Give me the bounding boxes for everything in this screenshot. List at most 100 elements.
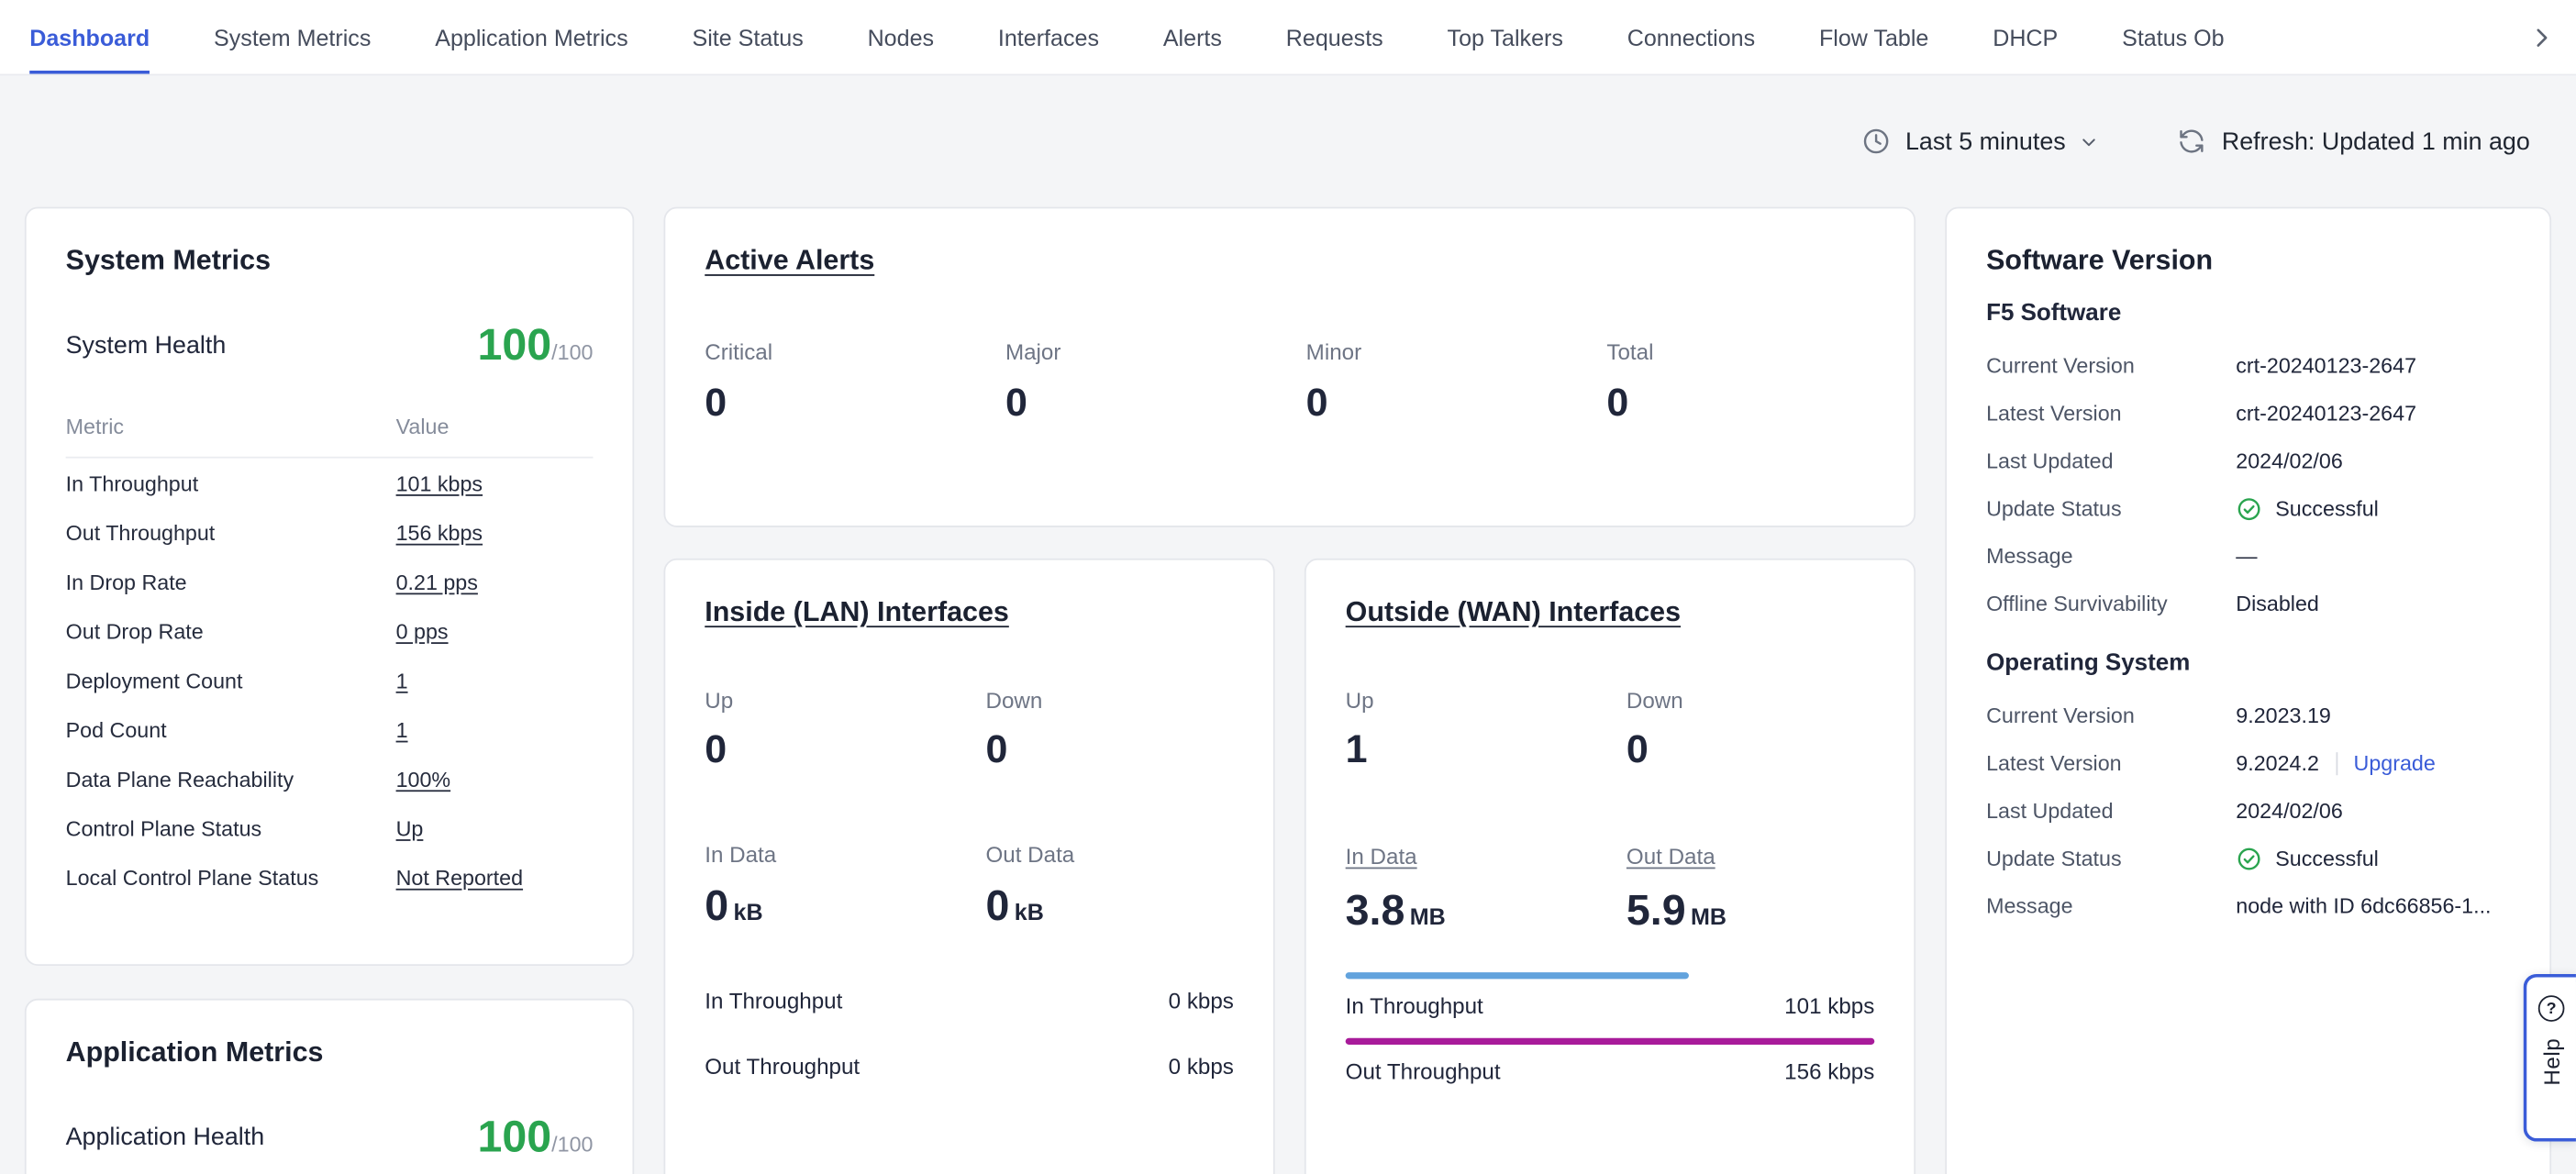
in-throughput-bar <box>1346 972 1690 979</box>
upgrade-link[interactable]: Upgrade <box>2354 750 2436 775</box>
tab-status-objects[interactable]: Status Ob <box>2122 0 2225 74</box>
out-throughput-row: Out Throughput 156 kbps <box>1346 1059 1875 1084</box>
in-throughput-value: 0 kbps <box>1169 989 1234 1013</box>
tab-connections[interactable]: Connections <box>1627 0 1755 74</box>
metric-name: In Throughput <box>66 471 396 495</box>
time-range-picker[interactable]: Last 5 minutes <box>1861 127 2099 156</box>
lan-title-link[interactable]: Inside (LAN) Interfaces <box>705 596 1234 629</box>
tab-application-metrics[interactable]: Application Metrics <box>435 0 627 74</box>
stat-value: 0 <box>1606 381 1874 426</box>
tab-interfaces[interactable]: Interfaces <box>998 0 1099 74</box>
in-throughput-value: 101 kbps <box>1784 993 1874 1018</box>
software-version-title: Software Version <box>1986 245 2510 278</box>
out-data-label: Out Data <box>985 843 1266 868</box>
sw-row: Last Updated2024/02/06 <box>1986 437 2510 484</box>
sw-label: Message <box>1986 544 2236 569</box>
sw-label: Latest Version <box>1986 750 2236 775</box>
alerts-stats: Critical 0 Major 0 Minor 0 Total 0 <box>705 340 1874 427</box>
tab-site-status[interactable]: Site Status <box>692 0 803 74</box>
stat-label: Minor <box>1306 340 1607 365</box>
out-data-value: 0kB <box>985 883 1266 926</box>
refresh-label: Refresh: Updated 1 min ago <box>2222 127 2530 155</box>
alert-stat-minor: Minor 0 <box>1306 340 1607 427</box>
tab-dhcp[interactable]: DHCP <box>1993 0 2058 74</box>
table-row: In Drop Rate0.21 pps <box>66 557 594 606</box>
in-data-link[interactable]: In Data <box>1346 844 1417 869</box>
update-status: Successful <box>2236 495 2379 522</box>
application-health-label: Application Health <box>66 1124 265 1159</box>
operating-system-heading: Operating System <box>1986 650 2510 677</box>
sw-label: Offline Survivability <box>1986 592 2236 616</box>
out-data-value: 5.9MB <box>1627 889 1907 932</box>
nav-tabs: Dashboard System Metrics Application Met… <box>29 0 2224 74</box>
sw-label: Message <box>1986 893 2236 918</box>
out-throughput-label: Out Throughput <box>705 1055 860 1080</box>
tab-nodes[interactable]: Nodes <box>868 0 934 74</box>
down-value: 0 <box>985 727 1266 773</box>
sw-value: 9.2023.19 <box>2236 703 2331 727</box>
tab-top-talkers[interactable]: Top Talkers <box>1448 0 1563 74</box>
wan-data-row: In Data 3.8MB Out Data 5.9MB <box>1346 843 1875 932</box>
lan-out-throughput-block: Out Throughput 0 kbps <box>705 1033 1234 1079</box>
in-throughput-label: In Throughput <box>705 989 842 1013</box>
metric-value-link[interactable]: Not Reported <box>396 865 523 890</box>
out-throughput-label: Out Throughput <box>1346 1059 1501 1084</box>
metric-name: Pod Count <box>66 717 396 742</box>
out-data-link[interactable]: Out Data <box>1627 844 1715 869</box>
metric-value-link[interactable]: 101 kbps <box>396 471 483 495</box>
wan-title-link[interactable]: Outside (WAN) Interfaces <box>1346 596 1875 629</box>
metric-value-link[interactable]: 0 pps <box>396 618 449 643</box>
metric-value-link[interactable]: 1 <box>396 717 408 742</box>
metric-value-link[interactable]: 100% <box>396 766 451 791</box>
metric-value-link[interactable]: Up <box>396 815 424 840</box>
sw-row: Offline SurvivabilityDisabled <box>1986 580 2510 627</box>
out-data-unit: kB <box>1015 899 1044 925</box>
sw-label: Latest Version <box>1986 401 2236 426</box>
sw-label: Update Status <box>1986 846 2236 870</box>
help-button[interactable]: ? Help <box>2524 974 2576 1142</box>
application-health-row: Application Health 100/100 <box>66 1115 594 1159</box>
system-metrics-title: System Metrics <box>66 245 594 278</box>
sw-row: Update Status Successful <box>1986 484 2510 532</box>
active-alerts-card: Active Alerts Critical 0 Major 0 Minor 0 <box>663 207 1915 527</box>
wan-down-stat: Down 0 <box>1627 688 1907 773</box>
stat-label: Total <box>1606 340 1874 365</box>
sw-value: node with ID 6dc66856-1... <box>2236 893 2491 918</box>
tab-flow-table[interactable]: Flow Table <box>1819 0 1928 74</box>
table-row: In Throughput101 kbps <box>66 459 594 508</box>
tab-alerts[interactable]: Alerts <box>1163 0 1222 74</box>
software-version-card: Software Version F5 Software Current Ver… <box>1945 207 2551 1174</box>
system-metrics-card: System Metrics System Health 100/100 Met… <box>25 207 634 966</box>
active-alerts-title-link[interactable]: Active Alerts <box>705 245 1874 278</box>
system-health-label: System Health <box>66 332 227 368</box>
out-throughput-value: 0 kbps <box>1169 1055 1234 1080</box>
stat-value: 0 <box>1306 381 1607 426</box>
out-throughput-bar <box>1346 1038 1875 1045</box>
check-circle-icon <box>2236 495 2262 522</box>
sw-value: crt-20240123-2647 <box>2236 401 2416 426</box>
tab-dashboard[interactable]: Dashboard <box>29 0 150 74</box>
system-health-row: System Health 100/100 <box>66 324 594 368</box>
metric-value-link[interactable]: 156 kbps <box>396 520 483 545</box>
f5-software-heading: F5 Software <box>1986 301 2510 327</box>
table-row: Out Drop Rate0 pps <box>66 606 594 656</box>
nav-scroll-right-button[interactable] <box>2438 0 2576 74</box>
refresh-control[interactable]: Refresh: Updated 1 min ago <box>2177 127 2529 156</box>
right-column: Software Version F5 Software Current Ver… <box>1945 207 2551 1174</box>
application-metrics-card: Application Metrics Application Health 1… <box>25 999 634 1174</box>
up-value: 0 <box>705 727 985 773</box>
in-throughput-row: In Throughput 101 kbps <box>1346 993 1875 1018</box>
sw-label: Update Status <box>1986 496 2236 521</box>
wan-in-throughput-block: In Throughput 101 kbps <box>1346 972 1875 1018</box>
out-throughput-row: Out Throughput 0 kbps <box>705 1055 1234 1080</box>
alert-stat-critical: Critical 0 <box>705 340 1005 427</box>
tab-requests[interactable]: Requests <box>1286 0 1383 74</box>
table-row: Local Control Plane StatusNot Reported <box>66 852 594 902</box>
sw-row: Messagenode with ID 6dc66856-1... <box>1986 882 2510 930</box>
tab-system-metrics[interactable]: System Metrics <box>214 0 371 74</box>
metric-value-link[interactable]: 1 <box>396 668 408 692</box>
dashboard-page: Dashboard System Metrics Application Met… <box>0 0 2576 1174</box>
top-nav: Dashboard System Metrics Application Met… <box>0 0 2576 75</box>
application-health-max: /100 <box>551 1132 593 1157</box>
metric-value-link[interactable]: 0.21 pps <box>396 570 478 594</box>
